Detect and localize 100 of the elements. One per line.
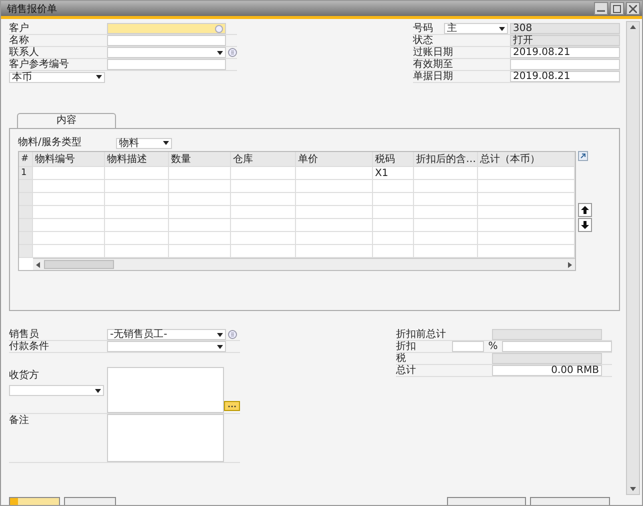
table-cell	[414, 193, 478, 206]
maximize-icon	[613, 4, 621, 12]
caret-icon	[499, 26, 505, 30]
caret-icon	[95, 388, 101, 392]
table-cell	[414, 219, 478, 232]
date-field[interactable]: 2019.08.21	[510, 71, 620, 82]
customer-field[interactable]	[107, 23, 226, 34]
input-field[interactable]	[107, 35, 226, 46]
field-label: 备注	[9, 414, 30, 428]
item-type-dropdown[interactable]: 物料	[116, 138, 172, 148]
table-cell	[231, 232, 296, 245]
column-header[interactable]: 物料编号	[33, 152, 105, 167]
lookup-icon[interactable]	[215, 24, 223, 32]
column-header[interactable]: 折扣后的含…	[414, 152, 478, 167]
table-cell	[231, 180, 296, 193]
input-field[interactable]	[107, 59, 226, 70]
date-field[interactable]: 2019.08.21	[510, 47, 620, 58]
total-field: 0.00 RMB	[492, 365, 602, 376]
close-icon	[629, 4, 637, 12]
dropdown-field[interactable]	[107, 341, 226, 352]
field-label: 名称	[9, 34, 30, 46]
field-label: 客户	[9, 22, 30, 34]
table-cell	[373, 206, 414, 219]
table-cell	[105, 180, 169, 193]
table-cell	[231, 206, 296, 219]
table-cell	[169, 167, 231, 180]
row-number-cell: 1	[19, 167, 33, 180]
table-cell	[105, 232, 169, 245]
caret-icon	[217, 50, 223, 54]
currency-dropdown[interactable]: 本币	[9, 72, 105, 82]
add-button[interactable]	[9, 497, 60, 505]
copy-to-button[interactable]	[530, 497, 610, 505]
table-cell	[33, 232, 105, 245]
field-label: 折扣前总计	[396, 328, 447, 340]
table-cell	[231, 245, 296, 258]
column-header[interactable]: 总计（本币）	[478, 152, 575, 167]
table-cell	[33, 167, 105, 180]
column-header[interactable]: 单价	[296, 152, 373, 167]
table-cell	[169, 232, 231, 245]
table-cell	[105, 193, 169, 206]
field-label: 联系人	[9, 46, 40, 58]
dropdown-field[interactable]	[107, 47, 226, 58]
tab[interactable]: 内容	[17, 113, 116, 128]
horizontal-scrollbar[interactable]	[33, 258, 575, 270]
address-box[interactable]	[107, 367, 224, 413]
table-cell	[105, 245, 169, 258]
vertical-scrollbar[interactable]	[626, 21, 640, 495]
column-header[interactable]: #	[19, 152, 33, 167]
copy-from-button[interactable]	[447, 497, 526, 505]
table-cell: X1	[373, 167, 414, 180]
caret-icon	[163, 141, 169, 145]
table-cell	[105, 206, 169, 219]
scroll-up-icon[interactable]	[630, 25, 636, 29]
table-cell	[373, 245, 414, 258]
series-dropdown[interactable]: 主	[444, 23, 508, 34]
field-label: 客户参考编号	[9, 58, 70, 70]
table-cell	[414, 180, 478, 193]
info-icon[interactable]	[228, 48, 237, 57]
table-cell	[169, 245, 231, 258]
ship-to-dropdown[interactable]	[9, 385, 104, 396]
field-label: 销售员	[9, 328, 40, 340]
field-label: 状态	[413, 34, 434, 46]
scroll-left-icon[interactable]	[36, 262, 40, 268]
field-value: 主	[447, 23, 457, 34]
column-header[interactable]: 物料描述	[105, 152, 169, 167]
date-field[interactable]	[510, 59, 620, 70]
discount-amount-field[interactable]	[502, 341, 612, 352]
close-button[interactable]	[626, 2, 640, 15]
cancel-button[interactable]	[64, 497, 116, 505]
more-button[interactable]	[224, 401, 240, 411]
column-header[interactable]: 税码	[373, 152, 414, 167]
expand-icon[interactable]	[578, 151, 588, 161]
scroll-down-icon[interactable]	[630, 487, 636, 491]
field-label: 税	[396, 352, 407, 364]
table-cell	[33, 219, 105, 232]
table-cell	[33, 206, 105, 219]
column-header[interactable]: 数量	[169, 152, 231, 167]
minimize-icon	[597, 10, 605, 12]
field-label: 付款条件	[9, 340, 50, 352]
percent-sign: %	[487, 341, 499, 352]
move-down-button[interactable]	[578, 218, 592, 232]
table-cell	[231, 167, 296, 180]
maximize-button[interactable]	[610, 2, 624, 15]
caret-icon	[96, 75, 102, 79]
remarks-box[interactable]	[107, 414, 224, 462]
table-cell	[373, 193, 414, 206]
dropdown-field[interactable]: -无销售员工-	[107, 329, 226, 340]
caret-icon	[217, 332, 223, 336]
scroll-right-icon[interactable]	[568, 262, 572, 268]
table-cell	[169, 206, 231, 219]
table-cell	[169, 193, 231, 206]
readonly-field: 308	[510, 23, 620, 34]
minimize-button[interactable]	[594, 2, 608, 15]
column-header[interactable]: 仓库	[231, 152, 296, 167]
table-cell	[105, 167, 169, 180]
field-value: 物料	[119, 138, 139, 148]
scrollbar-thumb[interactable]	[44, 260, 114, 269]
discount-percent-field[interactable]	[452, 341, 484, 352]
move-up-button[interactable]	[578, 203, 592, 217]
info-icon[interactable]	[228, 330, 237, 339]
